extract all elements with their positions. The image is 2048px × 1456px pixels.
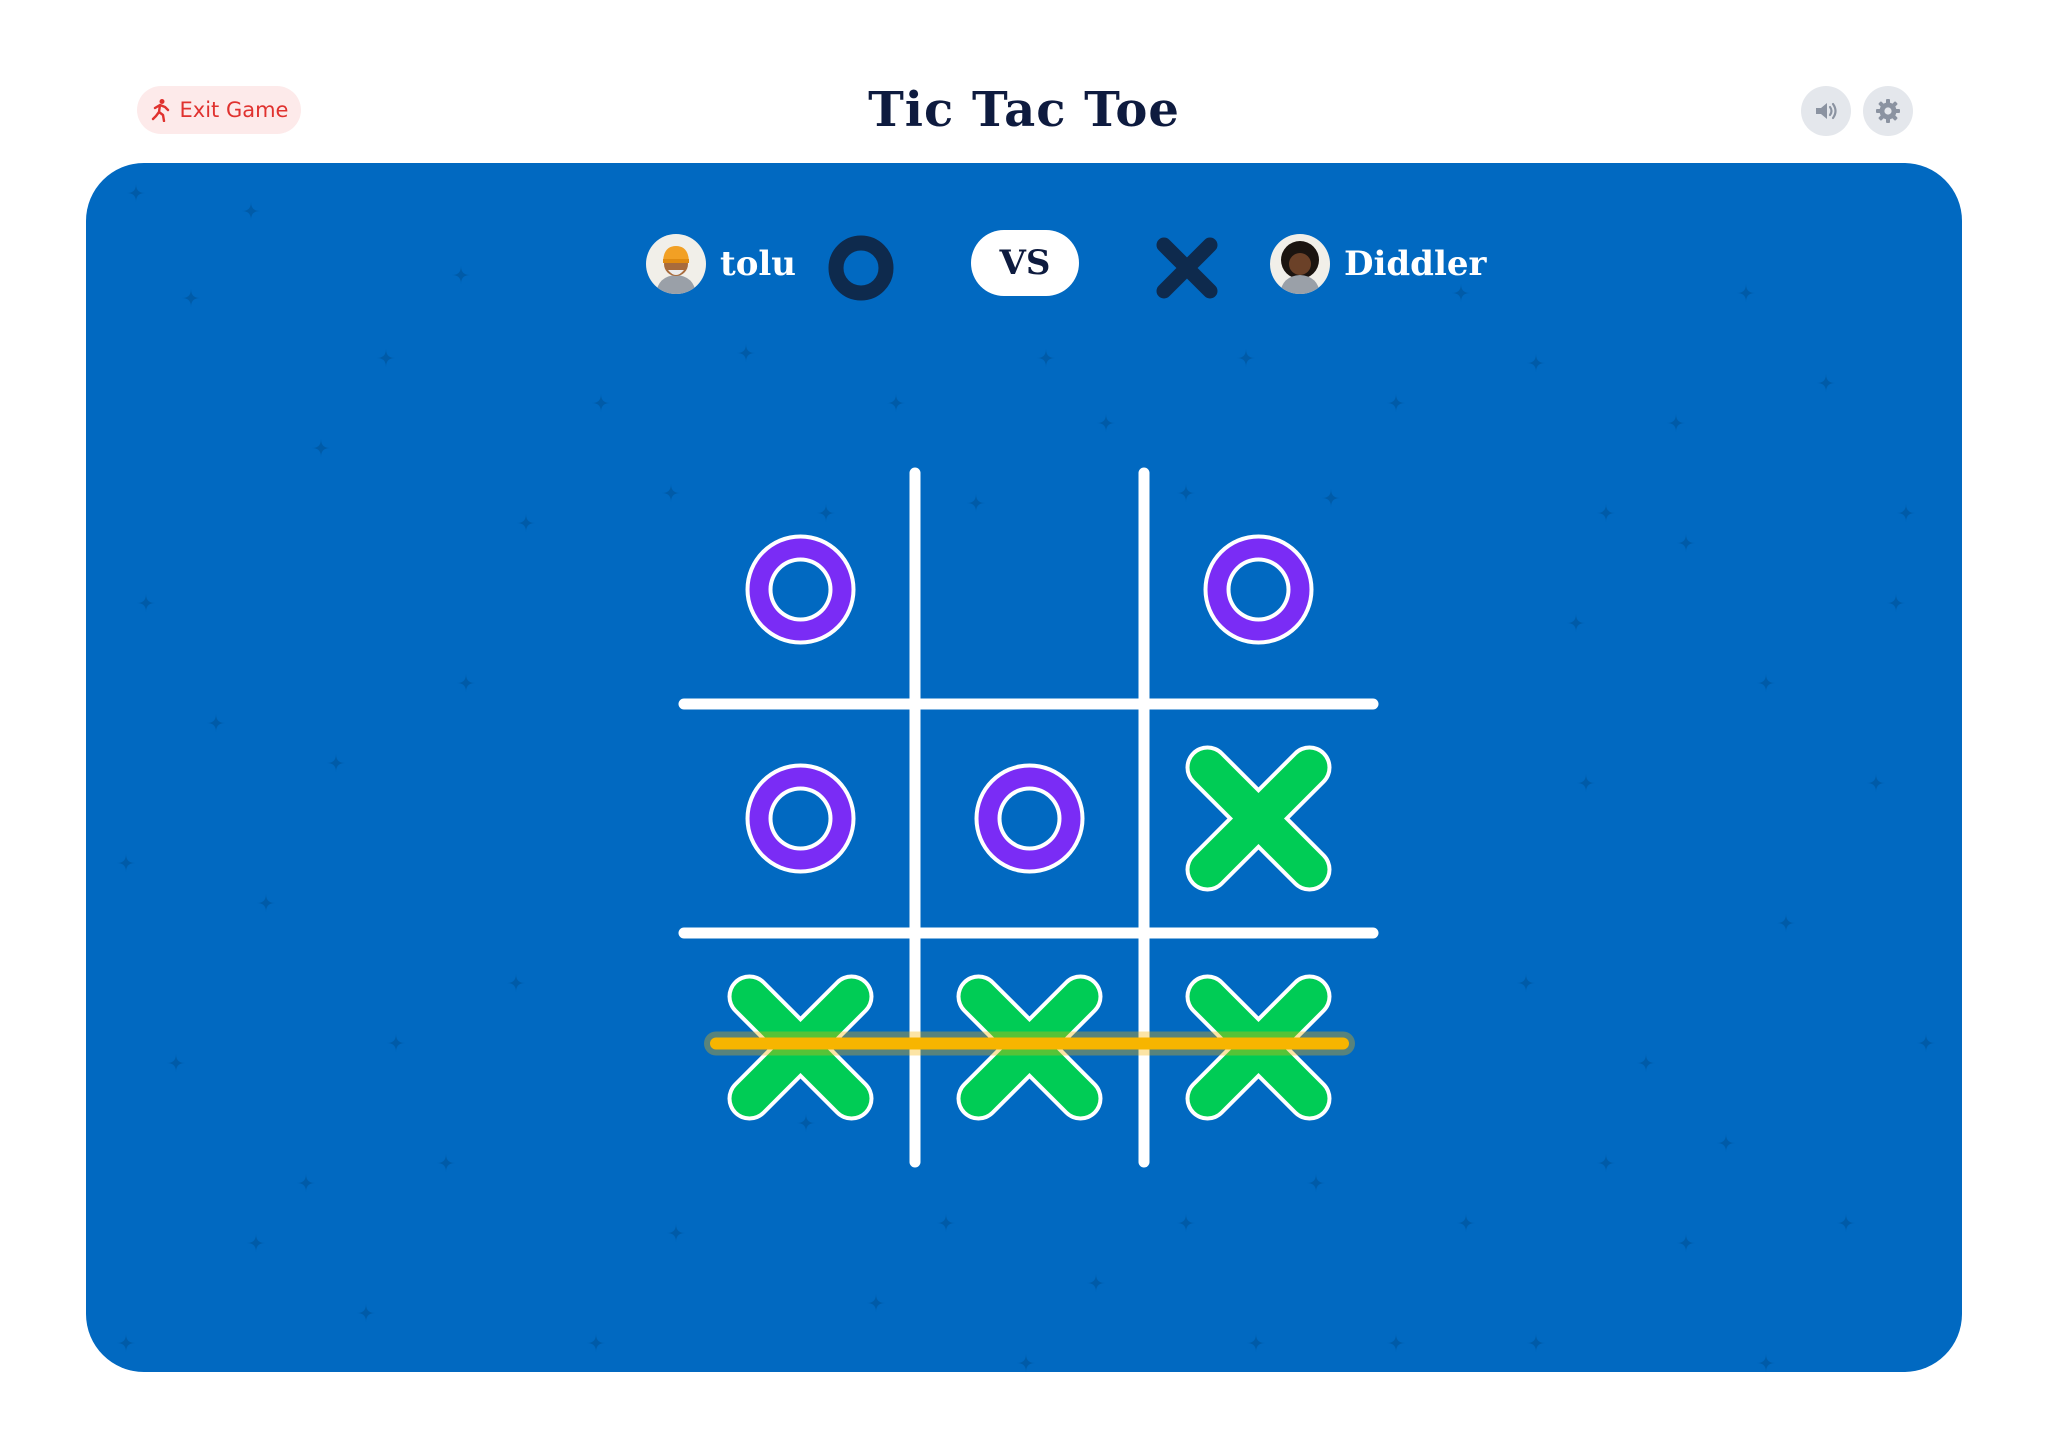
- o-mark-hole: [1230, 561, 1287, 618]
- o-mark-hole: [1001, 790, 1058, 847]
- game-board-panel: tolu VS Diddler: [86, 163, 1962, 1372]
- speaker-icon: [1816, 102, 1837, 120]
- page-title: Tic Tac Toe: [868, 82, 1180, 138]
- settings-button[interactable]: [1863, 86, 1913, 136]
- sound-button[interactable]: [1801, 86, 1851, 136]
- tic-tac-toe-grid: [678, 467, 1379, 1168]
- o-mark-hole: [772, 561, 829, 618]
- gear-icon: [1876, 99, 1900, 123]
- cell-r1-c2[interactable]: [923, 483, 1136, 696]
- o-mark-hole: [772, 790, 829, 847]
